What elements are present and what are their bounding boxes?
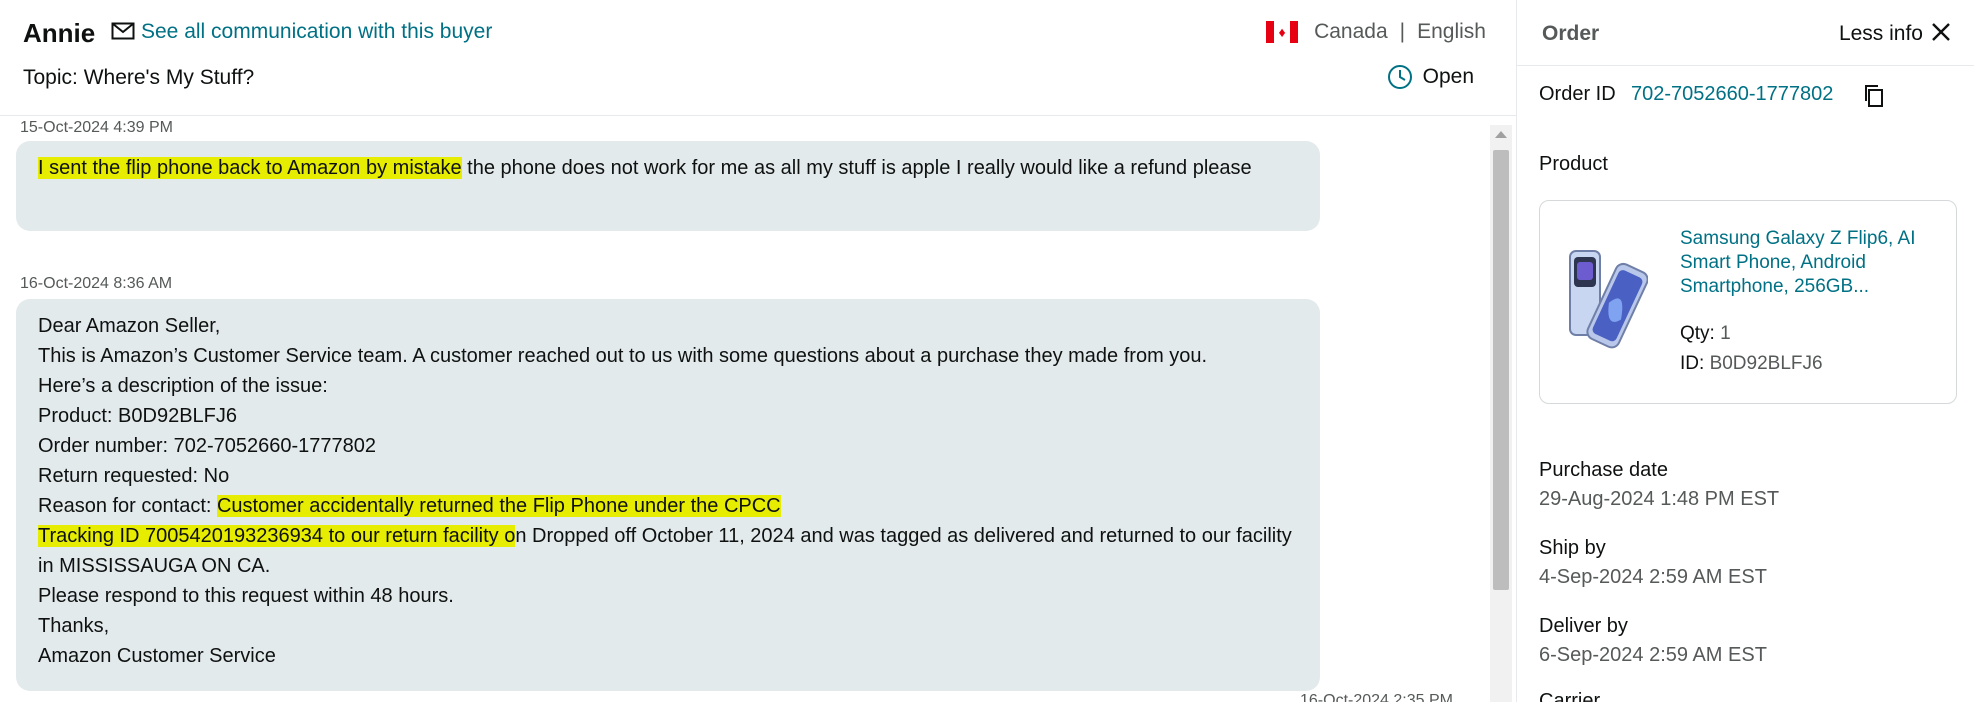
message-line: Product: B0D92BLFJ6 bbox=[38, 405, 237, 427]
scroll-up-arrow-icon[interactable] bbox=[1495, 131, 1507, 138]
status-badge: Open bbox=[1387, 64, 1474, 90]
order-panel-header: Order Less info bbox=[1517, 0, 1974, 66]
less-info-button[interactable]: Less info bbox=[1839, 22, 1923, 46]
carrier-label: Carrier bbox=[1539, 690, 1601, 702]
ship-by-label: Ship by bbox=[1539, 537, 1606, 559]
purchase-date-label: Purchase date bbox=[1539, 459, 1668, 481]
message-line: Return requested: No bbox=[38, 465, 230, 487]
order-id-link[interactable]: 702-7052660-1777802 bbox=[1631, 83, 1833, 106]
message-line: Order number: 702-7052660-1777802 bbox=[38, 435, 377, 457]
reason-paragraph: Reason for contact: Customer accidentall… bbox=[38, 491, 1298, 581]
message-timestamp: 16-Oct-2024 2:35 PM bbox=[1300, 692, 1453, 702]
conversation-topic: Topic: Where's My Stuff? bbox=[23, 66, 255, 89]
language-label: English bbox=[1417, 20, 1486, 43]
locale-separator: | bbox=[1399, 20, 1406, 43]
message-line: Here’s a description of the issue: bbox=[38, 375, 328, 397]
scroll-thumb[interactable] bbox=[1493, 150, 1509, 590]
highlighted-text: I sent the flip phone back to Amazon by … bbox=[38, 157, 462, 179]
message-text: the phone does not work for me as all my… bbox=[461, 157, 1252, 179]
clock-icon bbox=[1387, 65, 1412, 89]
see-all-communication-label: See all communication with this buyer bbox=[141, 20, 493, 43]
message-line: Dear Amazon Seller, bbox=[38, 315, 221, 337]
close-icon[interactable] bbox=[1929, 20, 1953, 44]
product-id-label: ID: bbox=[1680, 353, 1705, 374]
message-timestamp: 16-Oct-2024 8:36 AM bbox=[20, 275, 173, 292]
message-thread[interactable]: 15-Oct-2024 4:39 PM I sent the flip phon… bbox=[0, 117, 1490, 702]
buyer-name: Annie bbox=[23, 18, 96, 48]
conversation-header: Annie See all communication with this bu… bbox=[0, 0, 1516, 116]
buyer-message: I sent the flip phone back to Amazon by … bbox=[16, 141, 1320, 231]
product-id: ID: B0D92BLFJ6 bbox=[1680, 353, 1823, 375]
order-panel-title: Order bbox=[1542, 22, 1600, 45]
message-line: Please respond to this request within 48… bbox=[38, 585, 454, 607]
ship-by-value: 4-Sep-2024 2:59 AM EST bbox=[1539, 566, 1767, 588]
copy-icon[interactable] bbox=[1863, 84, 1885, 108]
product-image[interactable] bbox=[1568, 247, 1648, 357]
see-all-communication-link[interactable]: See all communication with this buyer bbox=[111, 20, 492, 44]
product-qty: Qty: 1 bbox=[1680, 323, 1731, 345]
mail-icon bbox=[111, 22, 135, 40]
product-label: Product bbox=[1539, 153, 1608, 175]
product-card: Samsung Galaxy Z Flip6, AI Smart Phone, … bbox=[1539, 200, 1957, 404]
locale-info: ♦ Canada | English bbox=[1266, 20, 1486, 44]
country-label: Canada bbox=[1314, 20, 1388, 43]
product-id-value: B0D92BLFJ6 bbox=[1709, 353, 1823, 374]
product-title-link[interactable]: Samsung Galaxy Z Flip6, AI Smart Phone, … bbox=[1680, 227, 1942, 299]
message-timestamp: 15-Oct-2024 4:39 PM bbox=[20, 119, 173, 136]
message-line: Amazon Customer Service bbox=[38, 645, 276, 667]
thread-scrollbar[interactable] bbox=[1490, 125, 1512, 702]
deliver-by-label: Deliver by bbox=[1539, 615, 1628, 637]
amazon-message: Dear Amazon Seller, This is Amazon’s Cus… bbox=[16, 299, 1320, 691]
qty-label: Qty: bbox=[1680, 323, 1715, 344]
status-label: Open bbox=[1422, 65, 1474, 88]
highlighted-text: Tracking ID 7005420193236934 to our retu… bbox=[38, 525, 516, 547]
deliver-by-value: 6-Sep-2024 2:59 AM EST bbox=[1539, 644, 1767, 666]
purchase-date-value: 29-Aug-2024 1:48 PM EST bbox=[1539, 488, 1780, 510]
reason-prefix: Reason for contact: bbox=[38, 495, 217, 517]
order-id-label: Order ID bbox=[1539, 83, 1616, 105]
order-panel: Order Less info Order ID 702-7052660-177… bbox=[1516, 0, 1974, 702]
message-line: Thanks, bbox=[38, 615, 110, 637]
message-line: This is Amazon’s Customer Service team. … bbox=[38, 345, 1208, 367]
highlighted-text: Customer accidentally returned the Flip … bbox=[216, 495, 781, 517]
canada-flag-icon: ♦ bbox=[1266, 21, 1299, 43]
conversation-pane: Annie See all communication with this bu… bbox=[0, 0, 1516, 702]
qty-value: 1 bbox=[1720, 323, 1731, 344]
